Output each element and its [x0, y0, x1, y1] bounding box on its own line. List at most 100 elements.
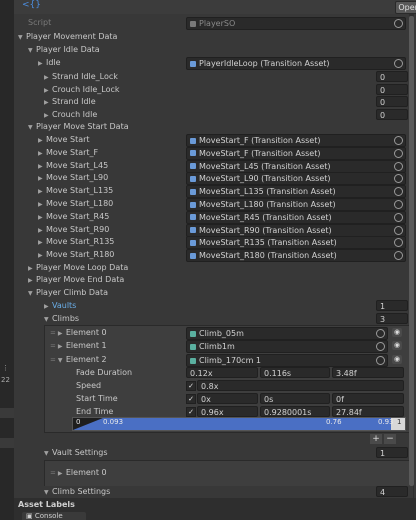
preview-eye-icon[interactable]: ◉	[392, 341, 402, 350]
foldout-vault-settings[interactable]: ▼ Vault Settings	[44, 447, 108, 459]
fade-duration-s-field[interactable]: 0.116s	[260, 367, 330, 378]
climb-element-0[interactable]: = ▶ Element 0	[50, 327, 107, 339]
foldout-player-movement[interactable]: ▼ Player Movement Data	[18, 31, 117, 43]
move-start-item[interactable]: ▶ Move Start	[38, 134, 90, 146]
add-element-button[interactable]: +	[370, 434, 382, 444]
move-start-item[interactable]: ▶ Move Start_F	[38, 147, 98, 159]
climbs-size-field[interactable]: 3	[376, 313, 408, 324]
climb-settings-size-field[interactable]: 4	[376, 486, 408, 497]
climb-element-1-field[interactable]: Climb1m	[186, 340, 388, 353]
move-start-item[interactable]: ▶ Move Start_R90	[38, 224, 109, 236]
foldout-player-move-start[interactable]: ▼ Player Move Start Data	[28, 121, 129, 133]
remove-element-button[interactable]: −	[384, 434, 396, 444]
foldout-collapsed-icon[interactable]: ▶	[44, 97, 52, 109]
inspector-header: <{} Open	[14, 0, 416, 14]
fade-duration-x-field[interactable]: 0.12x	[186, 367, 258, 378]
idle-field[interactable]: PlayerIdleLoop (Transition Asset)	[186, 57, 406, 70]
object-picker-icon[interactable]	[394, 136, 403, 145]
object-picker-icon[interactable]	[394, 251, 403, 261]
start-time-x-field[interactable]: 0x	[197, 393, 258, 404]
object-picker-icon[interactable]	[394, 187, 403, 197]
strand-idle-field[interactable]: 0	[376, 96, 408, 107]
foldout-player-climb[interactable]: ▼ Player Climb Data	[28, 287, 108, 299]
move-start-item[interactable]: ▶ Move Start_R180	[38, 249, 114, 261]
object-picker-icon[interactable]	[376, 356, 385, 365]
move-start-field[interactable]: MoveStart_R180 (Transition Asset)	[186, 249, 406, 263]
fade-duration-f-field[interactable]: 3.48f	[332, 367, 404, 378]
move-start-item[interactable]: ▶ Move Start_L135	[38, 185, 113, 197]
move-start-item[interactable]: ▶ Move Start_R45	[38, 211, 109, 223]
inspector-panel: Script PlayerSO ▼ Player Movement Data ▼ P…	[14, 14, 413, 498]
start-time-checkbox[interactable]: ✓	[186, 394, 196, 404]
climb-element-0-field[interactable]: Climb_05m	[186, 327, 388, 340]
scrollbar-thumb[interactable]	[409, 16, 414, 486]
asset-labels-header[interactable]: Asset Labels	[18, 500, 75, 509]
move-start-item[interactable]: ▶ Move Start_L180	[38, 198, 113, 210]
console-tab-label: Console	[34, 512, 63, 520]
preview-eye-icon[interactable]: ◉	[392, 328, 402, 337]
strand-idle-lock-field[interactable]: 0	[376, 71, 408, 82]
start-time-f-field[interactable]: 0f	[332, 393, 404, 404]
foldout-collapsed-icon[interactable]: ▶	[44, 72, 52, 84]
drag-handle-icon[interactable]: =	[50, 342, 56, 350]
foldout-player-move-loop[interactable]: ▶ Player Move Loop Data	[28, 262, 128, 274]
move-start-item[interactable]: ▶ Move Start_L90	[38, 172, 108, 184]
console-tab[interactable]: ▣ Console	[22, 512, 86, 520]
animation-clip-icon	[190, 330, 196, 337]
object-picker-icon[interactable]	[394, 59, 403, 68]
object-picker-icon[interactable]	[394, 161, 403, 171]
move-start-field[interactable]: MoveStart_F (Transition Asset)	[186, 146, 406, 160]
open-button[interactable]: Open	[395, 1, 416, 14]
dock-tab[interactable]	[0, 438, 14, 448]
preview-eye-icon[interactable]: ◉	[392, 355, 402, 364]
object-picker-icon[interactable]	[376, 342, 385, 351]
vault-element-0[interactable]: = ▶ Element 0	[50, 467, 107, 479]
foldout-vaults[interactable]: ▶ Vaults	[44, 300, 76, 312]
object-picker-icon[interactable]	[394, 200, 403, 209]
object-picker-icon[interactable]	[394, 212, 403, 222]
move-start-field[interactable]: MoveStart_R135 (Transition Asset)	[186, 236, 406, 250]
dock-tab[interactable]	[0, 408, 14, 418]
move-start-field[interactable]: MoveStart_L135 (Transition Asset)	[186, 185, 406, 199]
move-start-field[interactable]: MoveStart_L45 (Transition Asset)	[186, 159, 406, 173]
move-start-field[interactable]: MoveStart_R45 (Transition Asset)	[186, 210, 406, 224]
foldout-climb-settings[interactable]: ▼ Climb Settings	[44, 486, 110, 498]
crouch-idle-field[interactable]: 0	[376, 109, 408, 120]
climb-element-2-field[interactable]: Climb_170cm 1	[186, 354, 388, 367]
end-time-checkbox[interactable]: ✓	[186, 407, 196, 417]
left-dock-strip: ⋮ 22	[0, 0, 14, 520]
timeline-preview[interactable]: 0 0.093 0.76 0.93 1	[72, 417, 406, 431]
object-picker-icon[interactable]	[394, 238, 403, 248]
foldout-idle[interactable]: ▶ Idle	[38, 57, 61, 69]
foldout-climbs[interactable]: ▼ Climbs	[44, 313, 79, 325]
drag-handle-icon[interactable]: =	[50, 329, 56, 337]
speed-field[interactable]: 0.8x	[197, 380, 404, 391]
move-start-field[interactable]: MoveStart_L90 (Transition Asset)	[186, 172, 406, 186]
more-icon[interactable]: ⋮	[2, 364, 10, 372]
object-picker-icon[interactable]	[376, 329, 385, 338]
move-start-field[interactable]: MoveStart_R90 (Transition Asset)	[186, 223, 406, 237]
move-start-item[interactable]: ▶ Move Start_R135	[38, 236, 114, 248]
drag-handle-icon[interactable]: =	[50, 469, 56, 477]
crouch-idle-lock-field[interactable]: 0	[376, 84, 408, 95]
climb-element-2[interactable]: = ▼ Element 2	[50, 354, 107, 366]
drag-handle-icon[interactable]: =	[50, 356, 56, 364]
object-picker-icon[interactable]	[394, 174, 403, 184]
end-time-x-field[interactable]: 0.96x	[197, 406, 258, 417]
foldout-player-move-end[interactable]: ▶ Player Move End Data	[28, 274, 124, 286]
climb-element-1[interactable]: = ▶ Element 1	[50, 340, 107, 352]
end-time-s-field[interactable]: 0.9280001s	[260, 406, 330, 417]
transition-asset-icon	[190, 201, 196, 208]
start-time-s-field[interactable]: 0s	[260, 393, 330, 404]
move-start-field[interactable]: MoveStart_F (Transition Asset)	[186, 134, 406, 147]
object-picker-icon[interactable]	[394, 225, 403, 235]
move-start-item[interactable]: ▶ Move Start_L45	[38, 160, 108, 172]
foldout-player-idle[interactable]: ▼ Player Idle Data	[28, 44, 100, 56]
move-start-field[interactable]: MoveStart_L180 (Transition Asset)	[186, 198, 406, 211]
end-time-f-field[interactable]: 27.84f	[332, 406, 404, 417]
field-label: Move Start_L180	[46, 199, 114, 208]
vaults-size-field[interactable]: 1	[376, 300, 408, 311]
speed-checkbox[interactable]: ✓	[186, 381, 196, 391]
object-picker-icon[interactable]	[394, 148, 403, 158]
vault-settings-size-field[interactable]: 1	[376, 447, 408, 458]
